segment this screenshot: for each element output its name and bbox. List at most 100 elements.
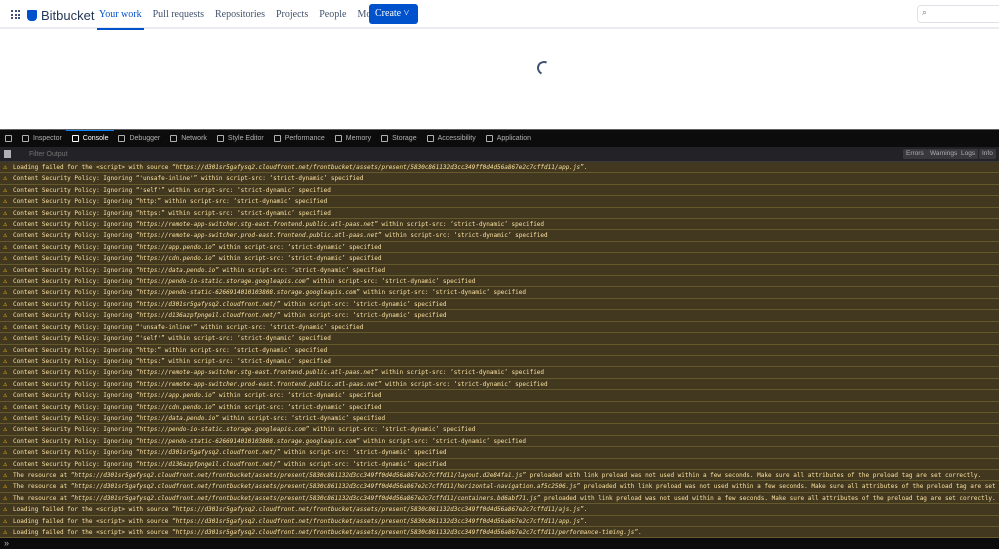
message-url[interactable]: “https://app.pendo.io” [136, 244, 215, 251]
warning-icon: ⚠ [3, 334, 8, 343]
message-url[interactable]: “https://data.pendo.io” [136, 267, 219, 274]
warning-icon: ⚠ [3, 493, 8, 502]
message-post: within script-src: ‘strict-dynamic’ spec… [309, 278, 476, 286]
console-message: ⚠ Content Security Policy: Ignoring “http… [0, 401, 999, 413]
message-pre: Content Security Policy: Ignoring “'unsa… [13, 323, 364, 331]
message-pre: Content Security Policy: Ignoring “http:… [13, 198, 328, 206]
app-switcher-icon[interactable] [11, 10, 20, 19]
message-url[interactable]: “https://d301sr5gafysq2.cloudfront.net/f… [71, 472, 526, 479]
warning-icon: ⚠ [3, 163, 8, 171]
message-pre: Content Security Policy: Ignoring [13, 392, 136, 400]
console-message: ⚠ Content Security Policy: Ignoring “http… [0, 378, 999, 391]
filter-output-input[interactable]: Filter Output [29, 151, 68, 158]
message-post: within script-src: ‘strict-dynamic’ spec… [280, 449, 447, 457]
tab-inspector[interactable]: Inspector [22, 130, 62, 147]
message-pre: Content Security Policy: Ignoring [13, 243, 136, 251]
message-url[interactable]: “https://d301sr5gafysq2.cloudfront.net/” [136, 301, 281, 308]
warning-icon: ⚠ [3, 220, 8, 229]
tab-memory[interactable]: Memory [334, 130, 371, 147]
console-message: ⚠ Content Security Policy: Ignoring “http… [0, 196, 999, 208]
message-url[interactable]: “https://cdn.pendo.io” [136, 255, 215, 262]
message-url[interactable]: “https://pendo-io-static.storage.googlea… [136, 426, 309, 433]
message-post: within script-src: ‘strict-dynamic’ spec… [359, 437, 526, 445]
tab-application[interactable]: Application [485, 130, 531, 147]
message-url[interactable]: “https://d301sr5gafysq2.cloudfront.net/f… [71, 483, 580, 490]
message-url[interactable]: “https://remote-app-switcher.stg-east.fr… [136, 221, 378, 228]
message-url[interactable]: “https://pendo-io-static.storage.googlea… [136, 278, 309, 285]
warning-icon: ⚠ [3, 311, 8, 320]
message-url[interactable]: “https://d301sr5gafysq2.cloudfront.net/” [136, 449, 281, 456]
message-url[interactable]: “https://pendo-static-6266914010103808.s… [136, 438, 360, 445]
message-url[interactable]: “https://remote-app-switcher.stg-east.fr… [136, 369, 378, 376]
message-pre: Content Security Policy: Ignoring [13, 255, 136, 263]
message-url[interactable]: “https://remote-app-switcher.prod-east.f… [136, 232, 382, 239]
message-post: . [637, 529, 642, 536]
message-url[interactable]: “https://cdn.pendo.io” [136, 404, 215, 411]
filter-logs[interactable]: Logs [958, 149, 979, 159]
message-pre: Content Security Policy: Ignoring [13, 300, 136, 308]
console-message: ⚠ Loading failed for the <script> with so… [0, 504, 999, 516]
create-button[interactable]: Create ˅ [369, 4, 418, 24]
message-url[interactable]: “https://d301sr5gafysq2.cloudfront.net/f… [172, 518, 584, 525]
console-input[interactable]: » [4, 538, 9, 548]
warning-icon: ⚠ [3, 470, 8, 479]
console-message: ⚠ Content Security Policy: Ignoring “http… [0, 287, 999, 299]
warning-icon: ⚠ [3, 436, 8, 445]
message-post: within script-src: ‘strict-dynamic’ spec… [215, 255, 382, 263]
warning-icon: ⚠ [3, 368, 8, 377]
message-pre: Content Security Policy: Ignoring [13, 426, 136, 434]
nav-repositories[interactable]: Repositories [215, 0, 265, 29]
filter-warnings[interactable]: Warnings [927, 149, 961, 159]
nav-pull-requests[interactable]: Pull requests [153, 0, 204, 29]
message-url[interactable]: “https://d301sr5gafysq2.cloudfront.net/f… [172, 164, 584, 171]
element-picker-icon[interactable] [5, 130, 12, 147]
message-url[interactable]: “https://remote-app-switcher.prod-east.f… [136, 381, 382, 388]
message-post: within script-src: ‘strict-dynamic’ spec… [377, 221, 545, 229]
bitbucket-logo[interactable]: Bitbucket [27, 8, 94, 23]
message-pre: Content Security Policy: Ignoring “'self… [13, 335, 331, 343]
filter-errors[interactable]: Errors [903, 149, 927, 159]
tab-storage[interactable]: Storage [381, 130, 417, 147]
message-pre: Content Security Policy: Ignoring [13, 403, 136, 411]
tab-console[interactable]: Console [65, 130, 115, 147]
tab-accessibility[interactable]: Accessibility [426, 130, 476, 147]
message-url[interactable]: “https://d136azpfpnge1l.cloudfront.net/” [136, 461, 281, 468]
message-post: within script-src: ‘strict-dynamic’ spec… [215, 392, 382, 400]
console-message: ⚠ Content Security Policy: Ignoring “http… [0, 424, 999, 436]
message-post: within script-src: ‘strict-dynamic’ spec… [377, 369, 545, 377]
message-pre: Loading failed for the <script> with sou… [13, 517, 172, 525]
nav-projects[interactable]: Projects [276, 0, 308, 29]
warning-icon: ⚠ [3, 322, 8, 331]
console-message: ⚠ Content Security Policy: Ignoring “http… [0, 447, 999, 459]
filter-info[interactable]: Info [979, 149, 996, 159]
main-nav: Your work Pull requests Repositories Pro… [97, 0, 401, 30]
message-url[interactable]: “https://pendo-static-6266914010103808.s… [136, 289, 360, 296]
search-input[interactable]: ⌕ [917, 5, 999, 23]
trash-icon[interactable] [4, 150, 11, 158]
warning-icon: ⚠ [3, 174, 8, 183]
warning-icon: ⚠ [3, 379, 8, 388]
message-pre: Content Security Policy: Ignoring “'unsa… [13, 175, 364, 183]
tab-style-editor[interactable]: Style Editor [216, 130, 264, 147]
nav-your-work[interactable]: Your work [97, 0, 144, 30]
warning-icon: ⚠ [3, 345, 8, 354]
warning-icon: ⚠ [3, 459, 8, 468]
message-url[interactable]: “https://d301sr5gafysq2.cloudfront.net/f… [71, 495, 541, 502]
console-message: ⚠ Content Security Policy: Ignoring “http… [0, 264, 999, 277]
tab-debugger[interactable]: Debugger [118, 130, 160, 147]
message-url[interactable]: “https://app.pendo.io” [136, 392, 215, 399]
tab-network[interactable]: Network [170, 130, 207, 147]
message-pre: Content Security Policy: Ignoring “https… [13, 357, 331, 365]
message-url[interactable]: “https://d301sr5gafysq2.cloudfront.net/f… [172, 529, 638, 536]
warning-icon: ⚠ [3, 528, 8, 536]
message-url[interactable]: “https://d136azpfpnge1l.cloudfront.net/” [136, 312, 281, 319]
tab-performance[interactable]: Performance [273, 130, 325, 147]
message-url[interactable]: “https://d301sr5gafysq2.cloudfront.net/f… [172, 506, 584, 513]
message-post: preloaded with link preload was not used… [525, 471, 982, 479]
console-message: ⚠ Content Security Policy: Ignoring “'uns… [0, 173, 999, 185]
message-pre: Content Security Policy: Ignoring [13, 232, 136, 240]
console-message: ⚠ Content Security Policy: Ignoring “http… [0, 390, 999, 402]
message-pre: Content Security Policy: Ignoring [13, 369, 136, 377]
nav-people[interactable]: People [319, 0, 346, 29]
message-url[interactable]: “https://data.pendo.io” [136, 415, 219, 422]
